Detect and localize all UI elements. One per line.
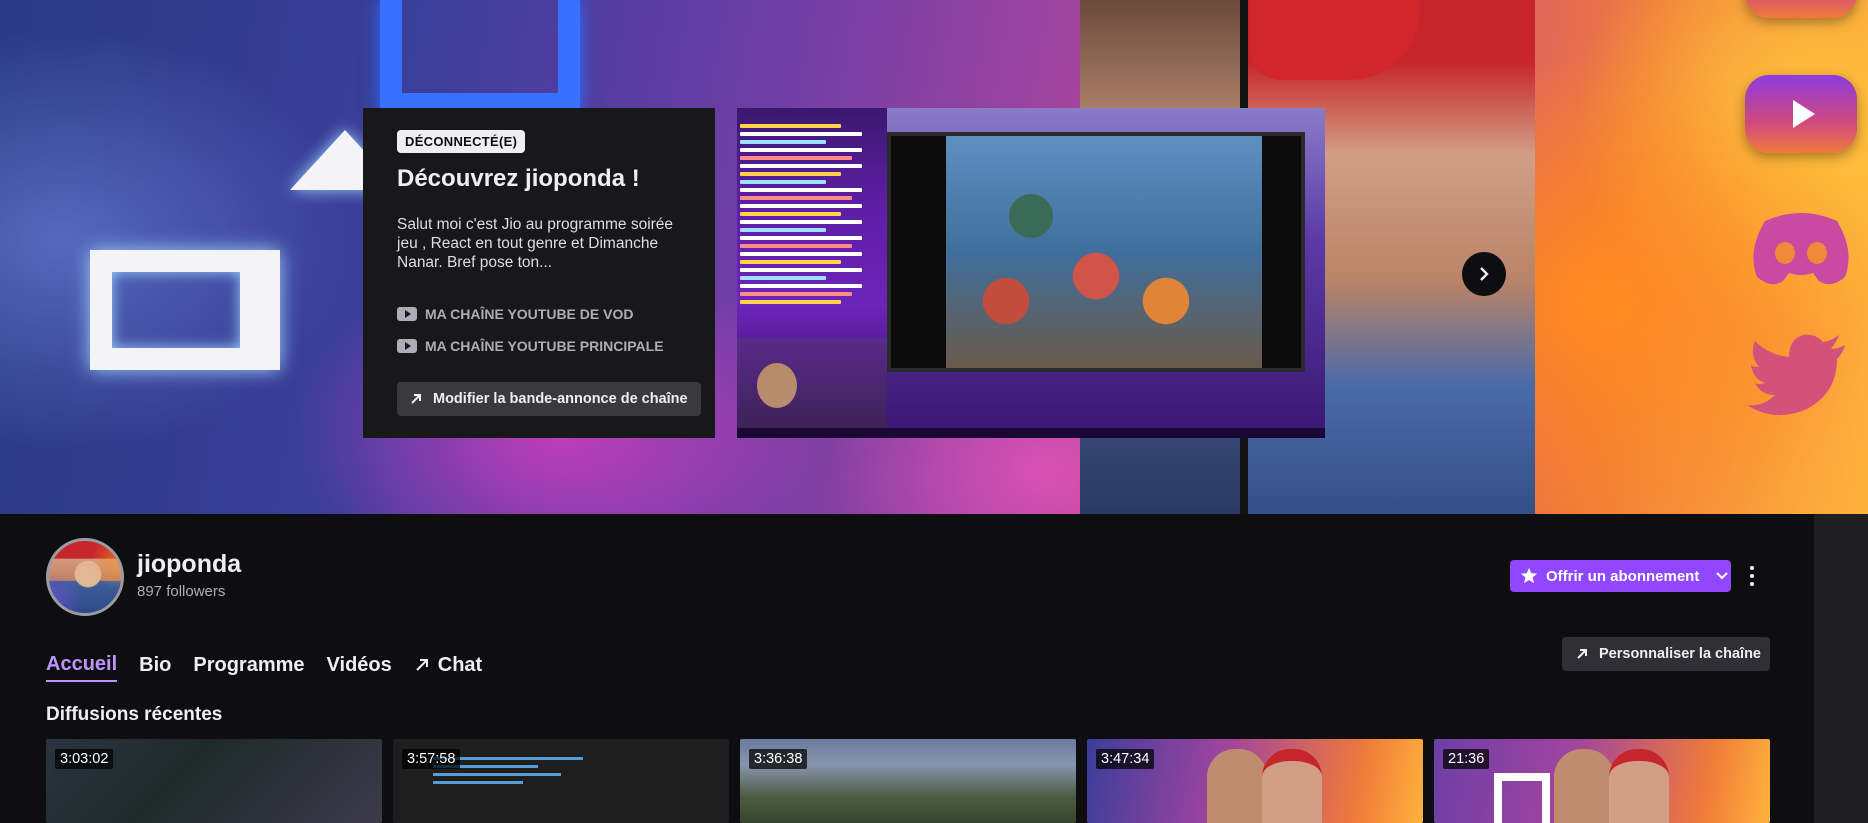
thumbnail-face bbox=[1207, 749, 1267, 823]
external-arrow-icon bbox=[416, 659, 428, 671]
tab-videos[interactable]: Vidéos bbox=[327, 648, 392, 682]
trailer-link-label: MA CHAÎNE YOUTUBE PRINCIPALE bbox=[425, 338, 664, 354]
channel-tabs: Accueil Bio Programme Vidéos Chat bbox=[46, 648, 504, 684]
follower-count: 897 followers bbox=[137, 583, 226, 600]
tab-bio[interactable]: Bio bbox=[139, 648, 171, 682]
more-dot bbox=[1750, 582, 1754, 586]
more-dot bbox=[1750, 566, 1754, 570]
trailer-title: Découvrez jioponda ! bbox=[397, 165, 640, 192]
more-dot bbox=[1750, 574, 1754, 578]
recent-broadcasts-title: Diffusions récentes bbox=[46, 704, 223, 725]
tab-programme[interactable]: Programme bbox=[193, 648, 304, 682]
video-scene bbox=[946, 136, 1262, 368]
video-thumbnail[interactable]: 3:36:38 bbox=[740, 739, 1076, 823]
trailer-video-player[interactable] bbox=[737, 108, 1325, 438]
channel-name: jioponda bbox=[137, 550, 242, 578]
tab-chat-label: Chat bbox=[437, 653, 483, 676]
banner-logo-part bbox=[380, 0, 580, 115]
video-duration: 3:47:34 bbox=[1096, 749, 1155, 769]
trailer-links: MA CHAÎNE YOUTUBE DE VOD MA CHAÎNE YOUTU… bbox=[397, 304, 681, 356]
right-gutter bbox=[1814, 514, 1868, 823]
edit-trailer-button[interactable]: Modifier la bande-annonce de chaîne bbox=[397, 382, 701, 416]
trailer-link-label: MA CHAÎNE YOUTUBE DE VOD bbox=[425, 306, 634, 322]
video-duration: 3:57:58 bbox=[402, 749, 461, 769]
youtube-icon bbox=[397, 339, 417, 353]
edit-trailer-label: Modifier la bande-annonce de chaîne bbox=[433, 391, 688, 407]
chevron-down-icon bbox=[1716, 572, 1729, 580]
trailer-link-vod[interactable]: MA CHAÎNE YOUTUBE DE VOD bbox=[397, 304, 681, 324]
twitter-icon bbox=[1745, 334, 1857, 420]
thumbnail-face bbox=[1262, 749, 1322, 823]
video-webcam bbox=[737, 338, 887, 438]
gift-subscription-label: Offrir un abonnement bbox=[1546, 567, 1700, 585]
video-inner-screen bbox=[887, 132, 1305, 372]
twitch-icon bbox=[1494, 773, 1550, 823]
discord-icon bbox=[1745, 212, 1857, 290]
trailer-link-main[interactable]: MA CHAÎNE YOUTUBE PRINCIPALE bbox=[397, 336, 681, 356]
trailer-description: Salut moi c'est Jio au programme soirée … bbox=[397, 216, 674, 271]
thumbnail-face bbox=[1554, 749, 1614, 823]
offline-badge: DÉCONNECTÉ(E) bbox=[397, 130, 526, 153]
tab-chat[interactable]: Chat bbox=[414, 648, 482, 682]
video-thumbnail[interactable]: 3:57:58 bbox=[393, 739, 729, 823]
carousel-next-button[interactable] bbox=[1462, 252, 1506, 296]
star-icon bbox=[1520, 567, 1538, 584]
external-arrow-icon bbox=[1577, 649, 1587, 659]
youtube-icon bbox=[397, 307, 417, 321]
youtube-icon bbox=[1745, 75, 1857, 153]
customize-channel-button[interactable]: Personnaliser la chaîne bbox=[1562, 637, 1770, 671]
banner-social-top bbox=[1745, 0, 1857, 18]
customize-channel-label: Personnaliser la chaîne bbox=[1599, 646, 1761, 662]
chevron-right-icon bbox=[1480, 267, 1489, 281]
video-thumbnail[interactable]: 3:03:02 bbox=[46, 739, 382, 823]
external-arrow-icon bbox=[411, 394, 421, 404]
video-duration: 3:03:02 bbox=[55, 749, 114, 769]
video-duration: 3:36:38 bbox=[749, 749, 808, 769]
more-options-button[interactable] bbox=[1740, 560, 1764, 592]
banner-logo-part bbox=[90, 250, 280, 370]
channel-trailer-card: DÉCONNECTÉ(E) Découvrez jioponda ! Salut… bbox=[363, 108, 715, 438]
recent-broadcasts-list: 3:03:02 3:57:58 3:36:38 3:47:34 21:36 bbox=[46, 739, 1770, 823]
tab-accueil[interactable]: Accueil bbox=[46, 648, 118, 682]
video-ticker bbox=[737, 428, 1325, 438]
video-chat-overlay bbox=[737, 120, 887, 350]
video-thumbnail[interactable]: 21:36 bbox=[1434, 739, 1770, 823]
avatar[interactable] bbox=[46, 538, 124, 616]
video-duration: 21:36 bbox=[1443, 749, 1490, 769]
gift-subscription-button[interactable]: Offrir un abonnement bbox=[1510, 560, 1731, 592]
thumbnail-face bbox=[1609, 749, 1669, 823]
video-thumbnail[interactable]: 3:47:34 bbox=[1087, 739, 1423, 823]
